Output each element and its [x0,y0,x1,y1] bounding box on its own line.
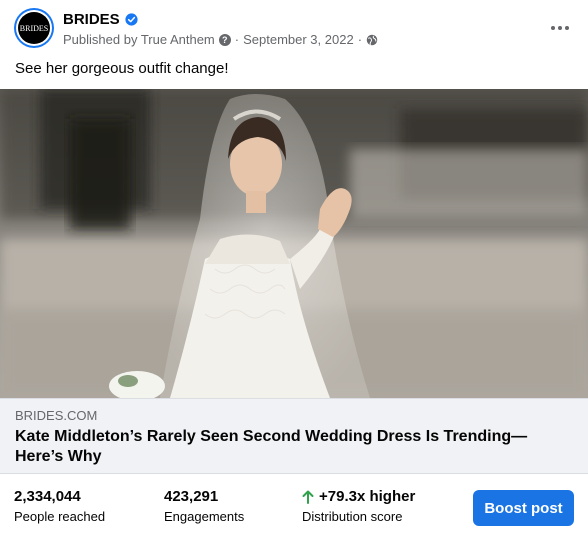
post-header: BRIDES BRIDES Published by True Anthem ?… [0,0,588,56]
engagements-label: Engagements [164,509,245,524]
verified-badge-icon [125,13,138,26]
page-name-link[interactable]: BRIDES [63,11,120,28]
link-domain: BRIDES.COM [15,408,98,423]
more-icon [551,26,555,30]
more-options-button[interactable] [546,14,574,42]
help-icon[interactable]: ? [218,33,231,46]
post-insights: 2,334,044 People reached 423,291 Engagem… [0,474,588,540]
meta-separator: · [357,32,363,47]
post-image[interactable] [0,89,588,398]
stat-engagements: 423,291 Engagements [164,488,244,524]
distribution-value: +79.3x higher [319,488,416,505]
post-meta: Published by True Anthem ? · September 3… [63,32,378,47]
link-preview[interactable]: BRIDES.COM Kate Middleton’s Rarely Seen … [0,398,588,474]
boost-post-button[interactable]: Boost post [473,490,574,526]
globe-icon[interactable] [366,34,378,46]
wedding-photo [0,89,588,398]
published-by-text: Published by True Anthem [63,32,215,47]
stat-people-reached: 2,334,044 People reached [14,488,105,524]
distribution-value-row: +79.3x higher [302,488,415,505]
avatar-ring: BRIDES [16,10,52,46]
page-name-row: BRIDES [63,11,138,28]
post-date-link[interactable]: September 3, 2022 [243,32,354,47]
engagements-value: 423,291 [164,488,219,505]
link-headline[interactable]: Kate Middleton’s Rarely Seen Second Wedd… [15,427,575,467]
post-caption: See her gorgeous outfit change! [15,60,229,77]
arrow-up-icon [302,490,314,504]
people-reached-label: People reached [14,509,106,524]
avatar-logo: BRIDES [18,12,50,44]
people-reached-value: 2,334,044 [14,488,81,505]
meta-separator: · [234,32,240,47]
stat-distribution-score: +79.3x higher Distribution score [302,488,415,524]
more-icon-dot [558,26,562,30]
distribution-label: Distribution score [302,509,403,524]
post-card: BRIDES BRIDES Published by True Anthem ?… [0,0,588,540]
avatar[interactable]: BRIDES [14,8,54,48]
more-icon-dot [565,26,569,30]
